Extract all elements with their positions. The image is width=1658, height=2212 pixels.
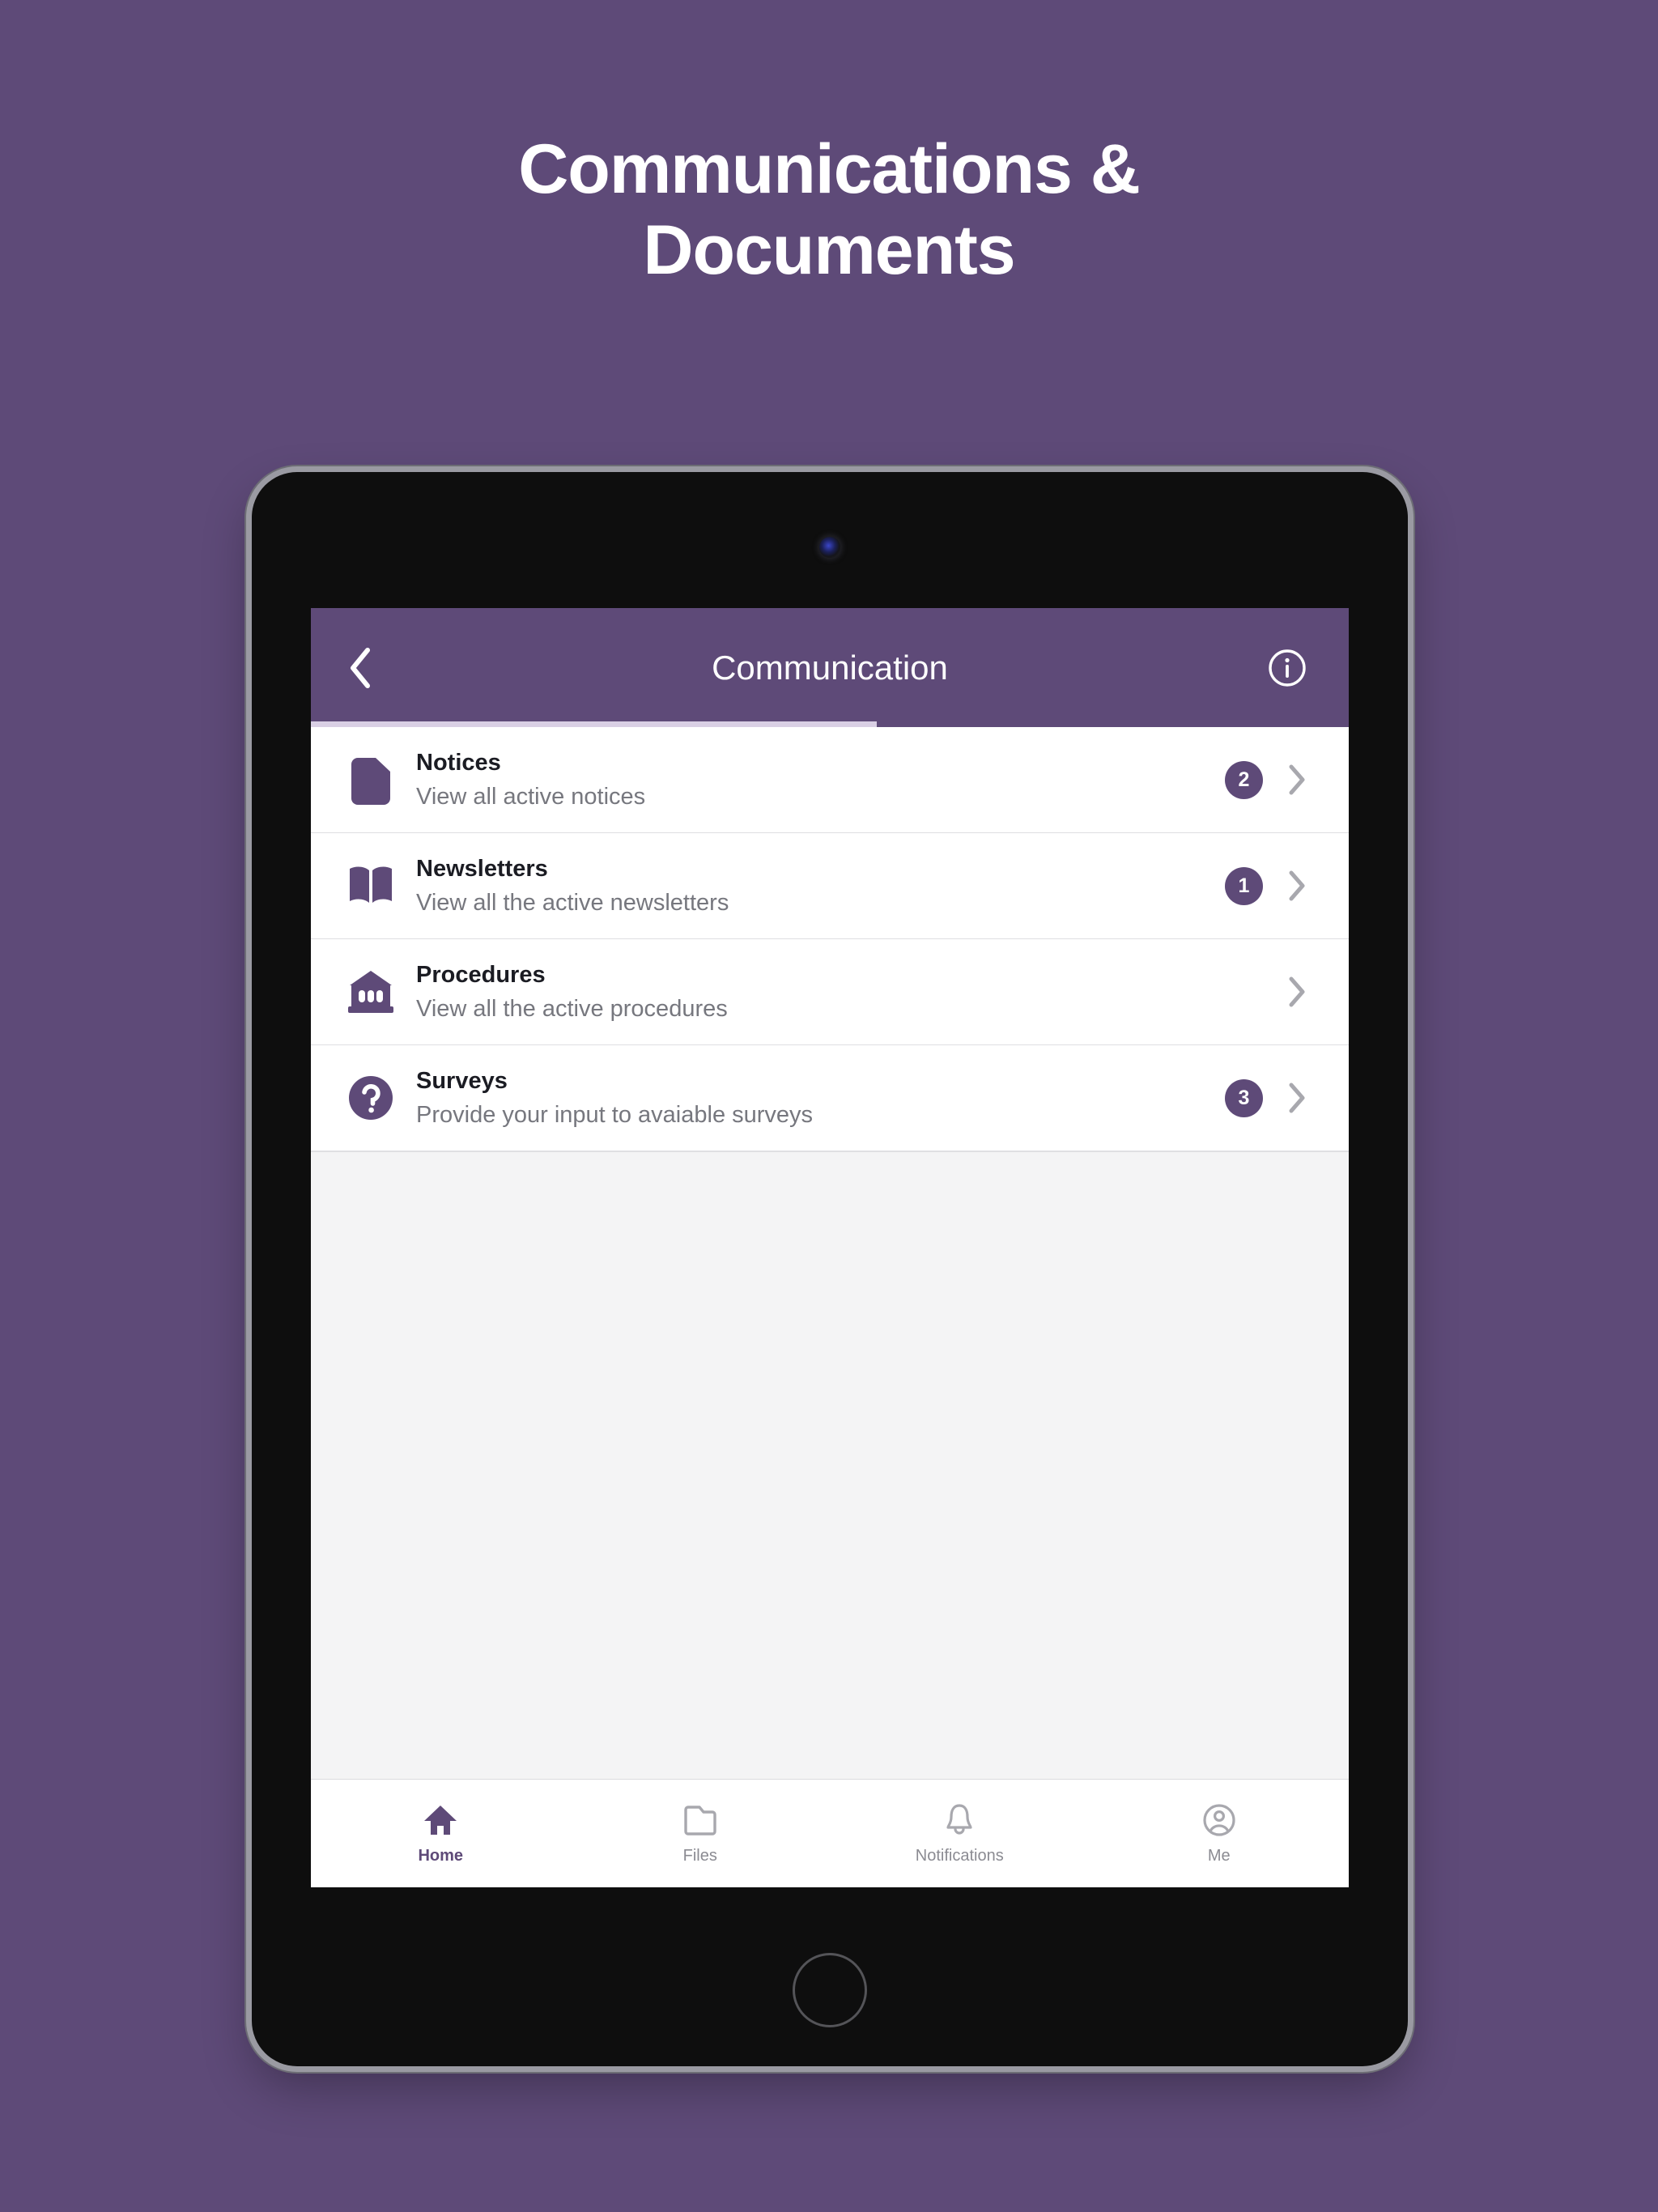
- empty-content-area: [311, 1151, 1349, 1779]
- list-item-title: Notices: [416, 750, 501, 776]
- nav-item-label: Home: [418, 1847, 464, 1865]
- page-title: Communications & Documents: [0, 130, 1658, 291]
- front-camera-icon: [819, 537, 840, 558]
- nav-item-me[interactable]: Me: [1090, 1802, 1350, 1865]
- chevron-right-icon: [1281, 870, 1313, 902]
- bank-building-icon: [343, 964, 398, 1019]
- bottom-navigation-bar: Home Files Notifications Me: [311, 1779, 1349, 1887]
- communication-list: Notices View all active notices 2 Newsle…: [311, 727, 1349, 1151]
- document-icon: [343, 752, 398, 807]
- list-item-text: Surveys Provide your input to avaiable s…: [416, 1066, 1225, 1129]
- header-progress-bar: [311, 721, 877, 727]
- status-badge: 3: [1225, 1078, 1263, 1117]
- page-title-line-2: Documents: [643, 211, 1015, 289]
- list-item-newsletters[interactable]: Newsletters View all the active newslett…: [311, 833, 1349, 939]
- tablet-screen: Communication Notices View all active no…: [311, 608, 1349, 1887]
- folder-icon: [682, 1802, 719, 1839]
- list-item-procedures[interactable]: Procedures View all the active procedure…: [311, 939, 1349, 1045]
- chevron-left-icon: [351, 647, 370, 688]
- list-item-subtitle: View all the active procedures: [416, 995, 728, 1022]
- tablet-device-frame: Communication Notices View all active no…: [252, 472, 1408, 2066]
- nav-item-home[interactable]: Home: [311, 1802, 571, 1865]
- question-mark-circle-icon: [343, 1070, 398, 1125]
- list-item-subtitle: View all active notices: [416, 783, 646, 810]
- list-item-subtitle: View all the active newsletters: [416, 889, 729, 916]
- list-item-text: Procedures View all the active procedure…: [416, 960, 1225, 1023]
- info-circle-icon: [1269, 649, 1306, 687]
- list-item-text: Notices View all active notices: [416, 748, 1225, 810]
- nav-item-files[interactable]: Files: [571, 1802, 831, 1865]
- nav-item-notifications[interactable]: Notifications: [830, 1802, 1090, 1865]
- info-button[interactable]: [1261, 642, 1313, 694]
- status-badge: [1225, 973, 1263, 1011]
- chevron-right-icon: [1281, 1082, 1313, 1114]
- list-item-subtitle: Provide your input to avaiable surveys: [416, 1101, 814, 1128]
- app-header: Communication: [311, 608, 1349, 727]
- list-item-title: Newsletters: [416, 856, 548, 883]
- list-item-notices[interactable]: Notices View all active notices 2: [311, 727, 1349, 833]
- chevron-right-icon: [1281, 976, 1313, 1008]
- nav-item-label: Files: [682, 1847, 717, 1865]
- status-badge: 2: [1225, 760, 1263, 799]
- nav-item-label: Me: [1207, 1847, 1231, 1865]
- bell-icon: [941, 1802, 978, 1839]
- list-item-title: Procedures: [416, 962, 546, 989]
- open-book-icon: [343, 858, 398, 913]
- list-item-text: Newsletters View all the active newslett…: [416, 854, 1225, 917]
- back-button[interactable]: [346, 642, 398, 694]
- person-circle-icon: [1201, 1802, 1238, 1839]
- app-header-title: Communication: [712, 648, 948, 687]
- nav-item-label: Notifications: [915, 1847, 1004, 1865]
- home-button[interactable]: [793, 1953, 867, 2027]
- chevron-right-icon: [1281, 764, 1313, 796]
- status-badge: 1: [1225, 866, 1263, 905]
- home-icon: [422, 1802, 459, 1839]
- list-item-surveys[interactable]: Surveys Provide your input to avaiable s…: [311, 1045, 1349, 1151]
- page-title-line-1: Communications &: [518, 130, 1141, 208]
- list-item-title: Surveys: [416, 1068, 508, 1095]
